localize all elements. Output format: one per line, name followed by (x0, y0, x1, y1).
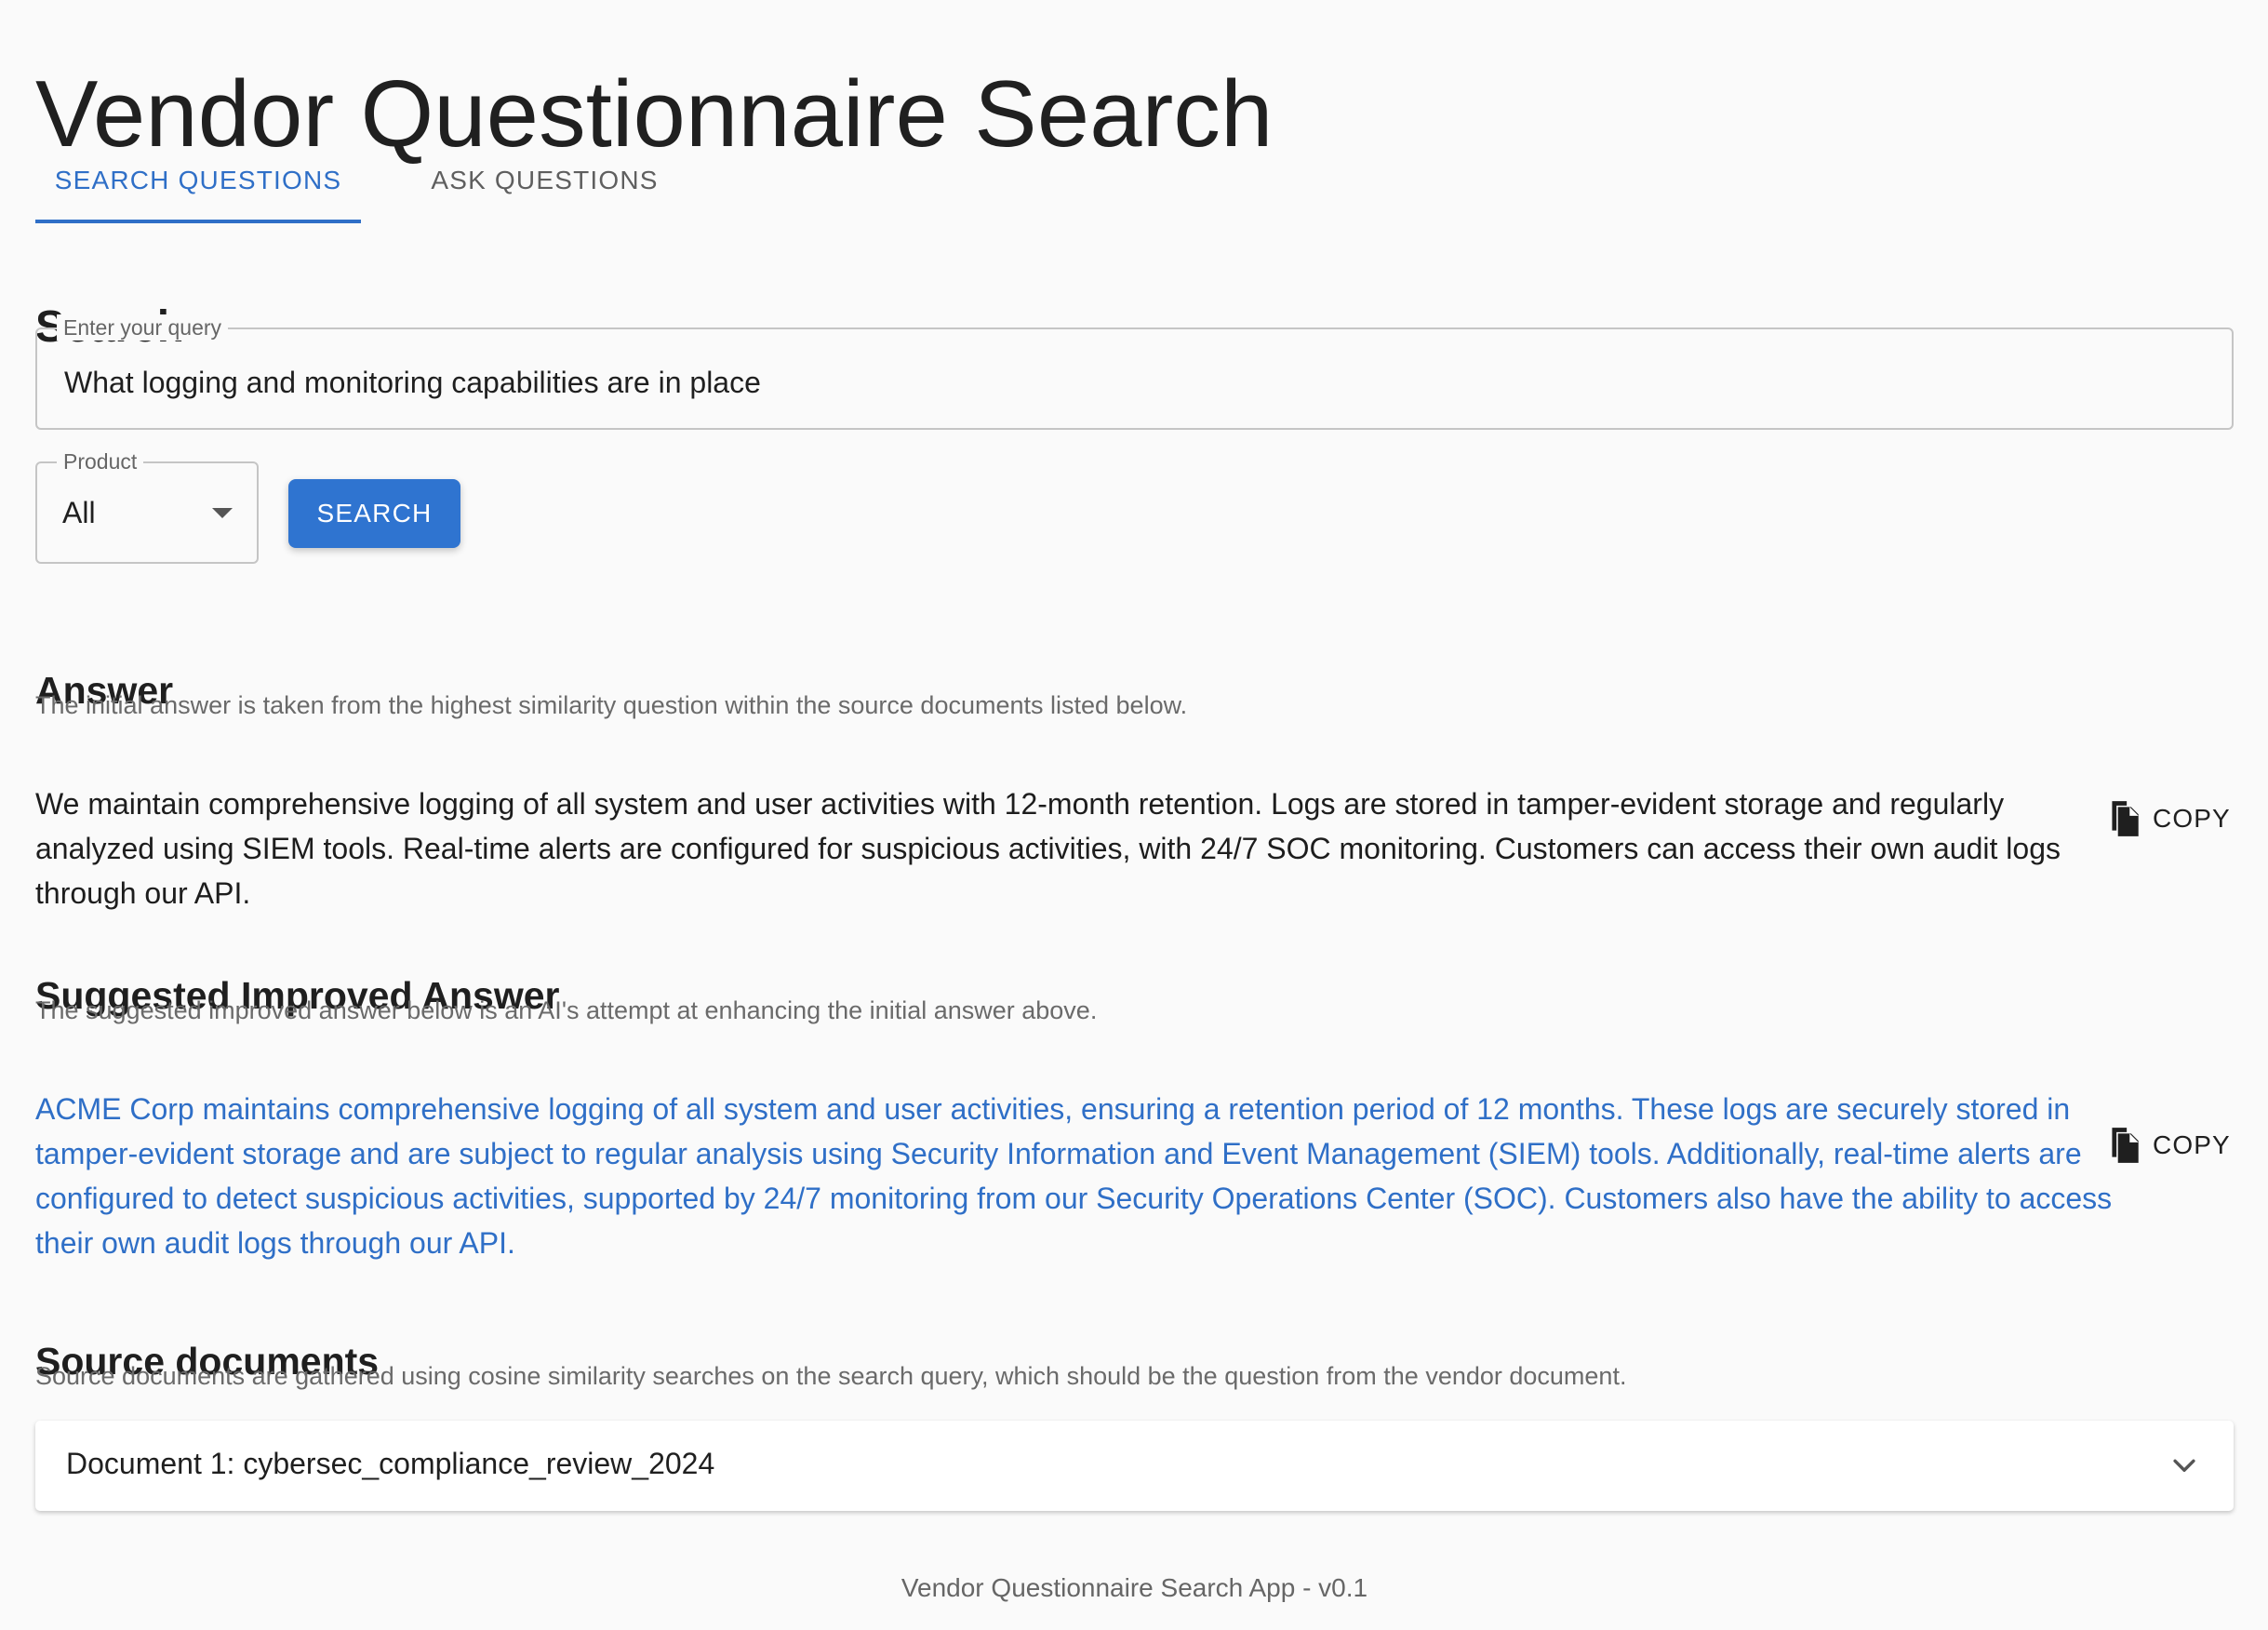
app-footer: Vendor Questionnaire Search App - v0.1 (901, 1573, 1368, 1602)
improved-answer-description: The suggested improved answer below is a… (35, 996, 1098, 1024)
copy-icon (2112, 1128, 2139, 1163)
source-document-title: Document 1: cybersec_compliance_review_2… (66, 1447, 715, 1480)
copy-improved-answer-label: COPY (2153, 1130, 2231, 1159)
expand-more-icon (2173, 1459, 2195, 1472)
product-selected-value: All (62, 496, 96, 529)
product-select-label: Product (57, 448, 144, 474)
query-field[interactable]: Enter your query (35, 314, 2234, 430)
copy-answer-label: COPY (2153, 804, 2231, 833)
improved-answer-text: ACME Corp maintains comprehensive loggin… (35, 1092, 2113, 1260)
query-field-label: Enter your query (57, 314, 229, 341)
tab-ask-questions[interactable]: ASK QUESTIONS (384, 140, 705, 221)
query-input[interactable] (62, 357, 2196, 408)
source-documents-description: Source documents are gathered using cosi… (35, 1362, 1627, 1390)
search-button[interactable]: SEARCH (288, 479, 460, 548)
tab-search-questions[interactable]: SEARCH QUESTIONS (35, 140, 361, 221)
main-tabs: SEARCH QUESTIONS ASK QUESTIONS (35, 140, 705, 224)
copy-answer-button[interactable]: COPY (2106, 793, 2232, 845)
copy-icon (2112, 801, 2139, 836)
product-select[interactable]: Product All (35, 448, 259, 564)
source-document-accordion[interactable]: Document 1: cybersec_compliance_review_2… (35, 1421, 2234, 1511)
answer-text: We maintain comprehensive logging of all… (35, 787, 2061, 910)
chevron-down-icon (212, 508, 233, 518)
active-tab-indicator (35, 220, 361, 223)
copy-improved-answer-button[interactable]: COPY (2106, 1119, 2232, 1171)
vendor-questionnaire-page: Vendor Questionnaire Search SEARCH QUEST… (35, 0, 2234, 1630)
answer-description: The initial answer is taken from the hig… (35, 691, 1188, 719)
